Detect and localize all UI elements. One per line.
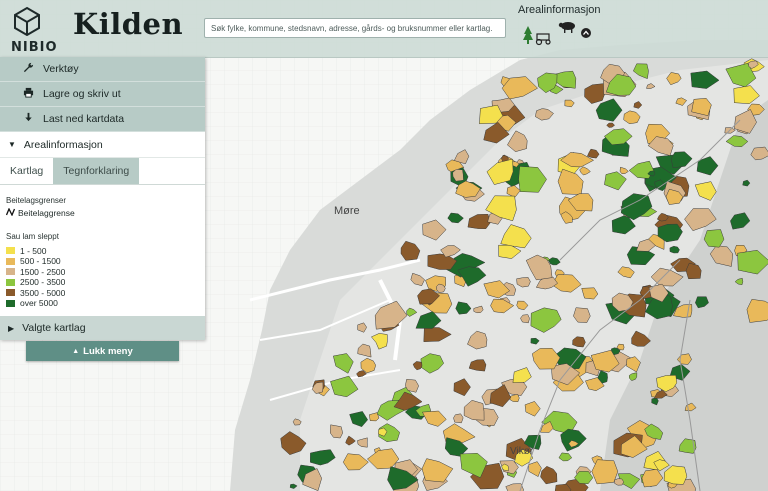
legend: Beitelagsgrenser Beitelaggrense Sau lam … (0, 185, 205, 309)
pasture-polygon[interactable] (591, 459, 619, 485)
selected-layers-label: Valgte kartlag (22, 322, 86, 334)
legend-label: over 5000 (20, 298, 58, 309)
map-label-more: Møre (334, 205, 360, 217)
caret-down-icon: ▼ (8, 140, 16, 149)
legend-label: 3500 - 5000 (20, 287, 66, 298)
tractor-icon (535, 33, 551, 46)
legend-item: 3500 - 5000 (6, 288, 205, 299)
close-menu-label: Lukk meny (83, 345, 133, 357)
legend-swatch (6, 278, 15, 286)
menu-item-last-ned[interactable]: Last ned kartdata (0, 107, 205, 132)
legend-swatch (6, 257, 15, 265)
legend-item: 1500 - 2500 (6, 267, 205, 278)
menu-item-label: Lagre og skriv ut (43, 88, 121, 100)
legend-group-title: Beitelagsgrenser (6, 196, 67, 205)
map-label-vikor: Vikør (510, 446, 534, 457)
pasture-polygon[interactable] (453, 413, 464, 424)
legend-item: Beitelaggrense (5, 207, 205, 219)
theme-selector[interactable]: Arealinformasjon (518, 4, 601, 52)
tree-icon (523, 26, 533, 44)
tab-bar: Kartlag Tegnforklaring (0, 158, 205, 185)
legend-swatch (6, 247, 15, 255)
section-arealinformasjon[interactable]: ▼ Arealinformasjon (0, 132, 205, 158)
legend-swatch (6, 268, 15, 276)
legend-swatch (6, 299, 15, 307)
close-menu-button[interactable]: ▲ Lukk meny (26, 341, 179, 361)
legend-item: 1 - 500 (6, 246, 205, 257)
printer-icon (21, 87, 35, 101)
app-title: Kilden (73, 7, 184, 41)
legend-group-title: Sau lam sleppt (6, 231, 59, 241)
legend-label: 1 - 500 (20, 245, 47, 256)
line-symbol-icon (5, 207, 16, 219)
legend-item: 500 - 1500 (6, 256, 205, 267)
logo-text: NIBIO (11, 40, 58, 55)
caret-right-icon: ▶ (8, 323, 15, 333)
theme-label: Arealinformasjon (518, 4, 601, 16)
legend-item: 2500 - 3500 (6, 277, 205, 288)
legend-label: 2500 - 3500 (20, 277, 66, 288)
sheep-icon (558, 22, 575, 33)
selected-layers-toggle[interactable]: ▶ Valgte kartlag (0, 316, 205, 340)
legend-label: 1500 - 2500 (20, 266, 66, 277)
legend-swatch (6, 289, 15, 297)
tab-tegnforklaring[interactable]: Tegnforklaring (53, 158, 140, 184)
menu-item-label: Last ned kartdata (43, 113, 125, 125)
legend-item: over 5000 (6, 298, 205, 309)
nibio-logo-icon (14, 6, 40, 36)
expand-icon (581, 28, 591, 38)
theme-icons (523, 22, 591, 46)
caret-up-icon: ▲ (72, 347, 80, 355)
legend-label: Beitelaggrense (18, 208, 75, 219)
section-title: Arealinformasjon (23, 138, 103, 151)
menu-item-label: Verktøy (43, 63, 79, 75)
menu-item-verktoy[interactable]: Verktøy (0, 57, 205, 82)
legend-label: 500 - 1500 (20, 256, 61, 267)
tab-kartlag[interactable]: Kartlag (0, 158, 53, 184)
download-icon (21, 112, 35, 126)
top-header: NIBIO Kilden Arealinformasjon (0, 0, 768, 58)
pasture-polygon[interactable] (746, 299, 768, 323)
side-panel: Verktøy Lagre og skriv ut Last ned kartd… (0, 57, 205, 340)
nibio-logo[interactable]: NIBIO (6, 4, 57, 55)
menu-item-lagre[interactable]: Lagre og skriv ut (0, 82, 205, 107)
pasture-polygon[interactable] (614, 478, 624, 486)
search-input[interactable] (204, 18, 506, 38)
wrench-icon (21, 62, 35, 76)
